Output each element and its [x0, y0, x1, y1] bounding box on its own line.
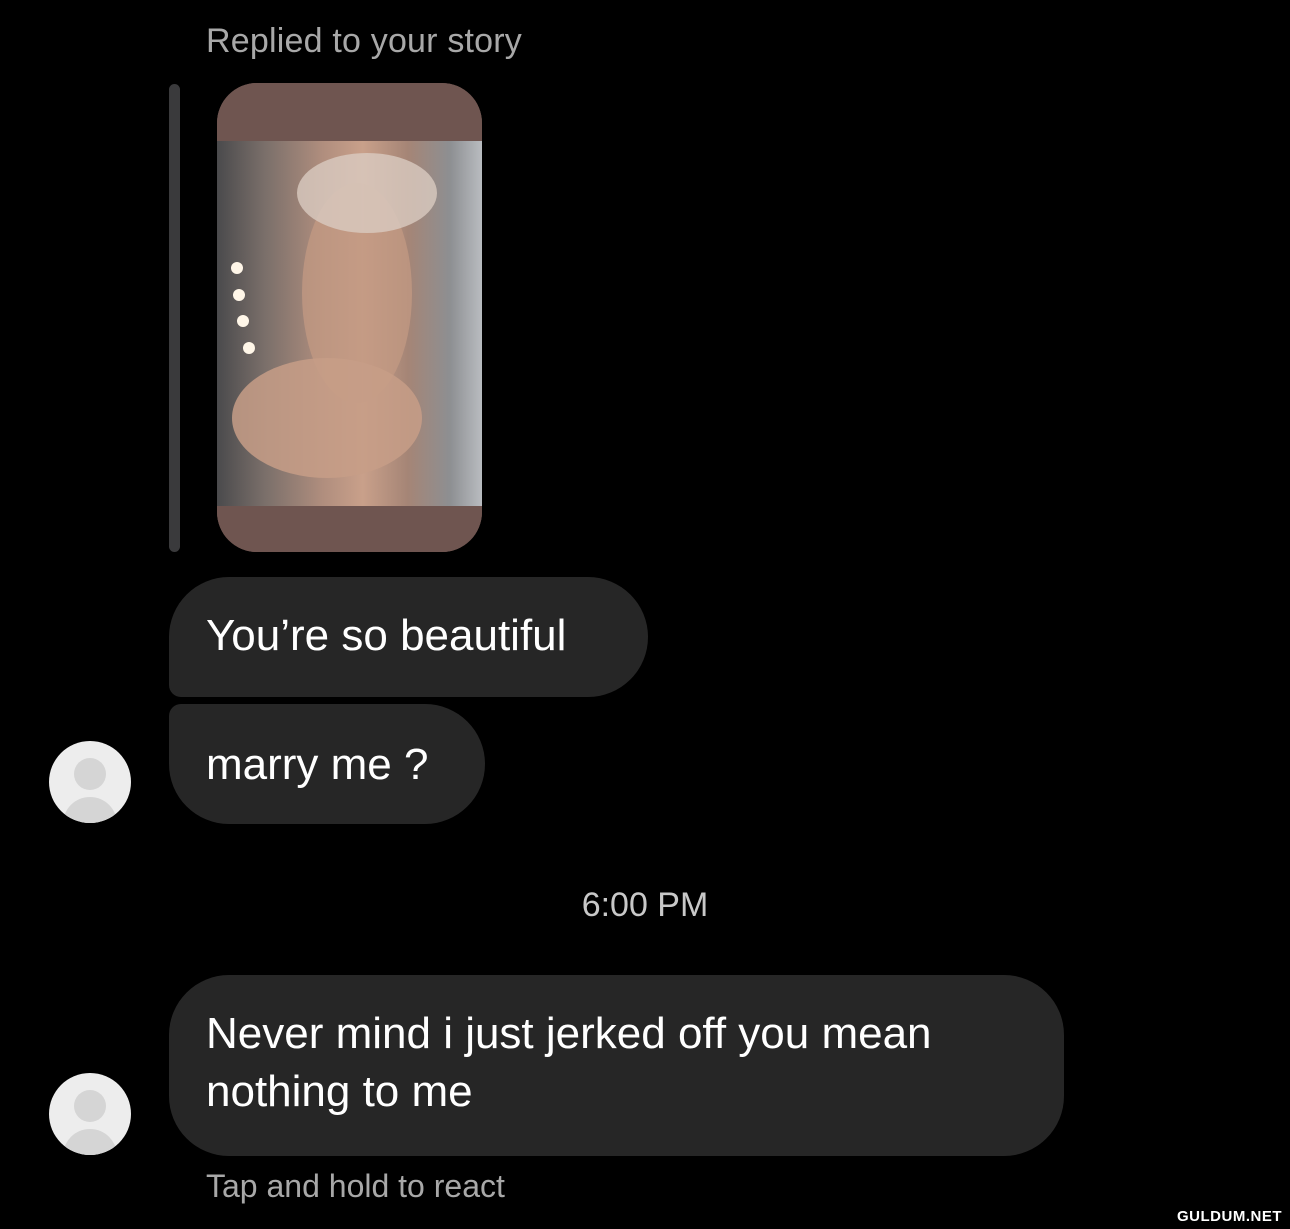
reply-quote-bar — [169, 84, 180, 552]
sender-avatar[interactable] — [49, 1073, 131, 1155]
story-reply-caption: Replied to your story — [206, 22, 523, 60]
message-text: Never mind i just jerked off you mean no… — [206, 1009, 932, 1116]
message-bubble[interactable]: marry me ? — [169, 704, 485, 824]
sender-avatar[interactable] — [49, 741, 131, 823]
default-avatar-shoulders — [63, 1129, 117, 1155]
default-avatar-icon — [74, 1090, 106, 1122]
react-hint: Tap and hold to react — [206, 1168, 505, 1204]
message-text: marry me ? — [206, 740, 429, 789]
story-thumbnail[interactable] — [217, 83, 482, 552]
story-thumbnail-bottom-band — [217, 506, 482, 552]
watermark: GULDUM.NET — [1177, 1208, 1282, 1225]
story-photo-shapes — [231, 153, 437, 478]
default-avatar-shoulders — [63, 797, 117, 823]
message-bubble[interactable]: Never mind i just jerked off you mean no… — [169, 975, 1064, 1156]
message-bubble[interactable]: You’re so beautiful — [169, 577, 648, 697]
message-text: You’re so beautiful — [206, 611, 567, 660]
default-avatar-icon — [74, 758, 106, 790]
message-timestamp: 6:00 PM — [581, 886, 709, 924]
